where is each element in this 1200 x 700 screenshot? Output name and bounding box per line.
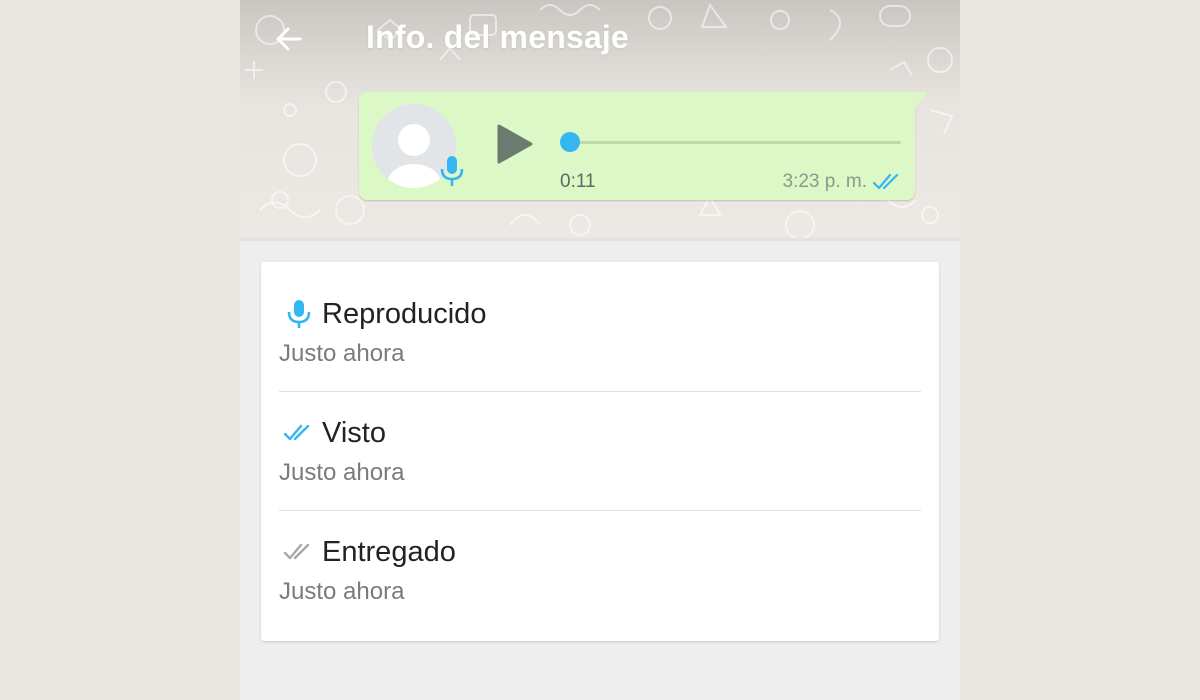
receipt-read: Visto Justo ahora (279, 381, 921, 500)
audio-progress-knob[interactable] (560, 132, 580, 152)
double-check-icon (872, 173, 899, 190)
double-check-icon (283, 424, 310, 441)
play-button[interactable] (495, 122, 535, 166)
message-time: 3:23 p. m. (782, 171, 868, 192)
double-check-icon (283, 543, 310, 560)
page-title: Info. del mensaje (366, 19, 630, 55)
microphone-icon (287, 300, 311, 328)
receipt-title: Visto (322, 417, 386, 449)
receipt-title: Entregado (322, 536, 456, 568)
header-divider (240, 238, 960, 241)
audio-progress-track[interactable] (569, 141, 901, 144)
toolbar: Info. del mensaje (240, 0, 960, 80)
receipts-card: Reproducido Justo ahora Visto Justo ahor… (261, 262, 939, 641)
bubble-tail (914, 92, 928, 108)
receipt-time: Justo ahora (279, 459, 405, 486)
receipt-time: Justo ahora (279, 340, 405, 367)
receipt-time: Justo ahora (279, 578, 405, 605)
receipt-played: Reproducido Justo ahora (279, 262, 921, 381)
arrow-left-icon (276, 27, 302, 51)
back-button[interactable] (268, 18, 310, 60)
voice-message-bubble[interactable]: 0:11 3:23 p. m. (359, 92, 928, 200)
audio-duration: 0:11 (560, 171, 596, 192)
microphone-icon (440, 156, 464, 186)
message-info-screen: Info. del mensaje 0:11 3:23 p. m. Reprod… (240, 0, 960, 700)
receipt-delivered: Entregado Justo ahora (279, 500, 921, 619)
receipt-title: Reproducido (322, 298, 487, 330)
